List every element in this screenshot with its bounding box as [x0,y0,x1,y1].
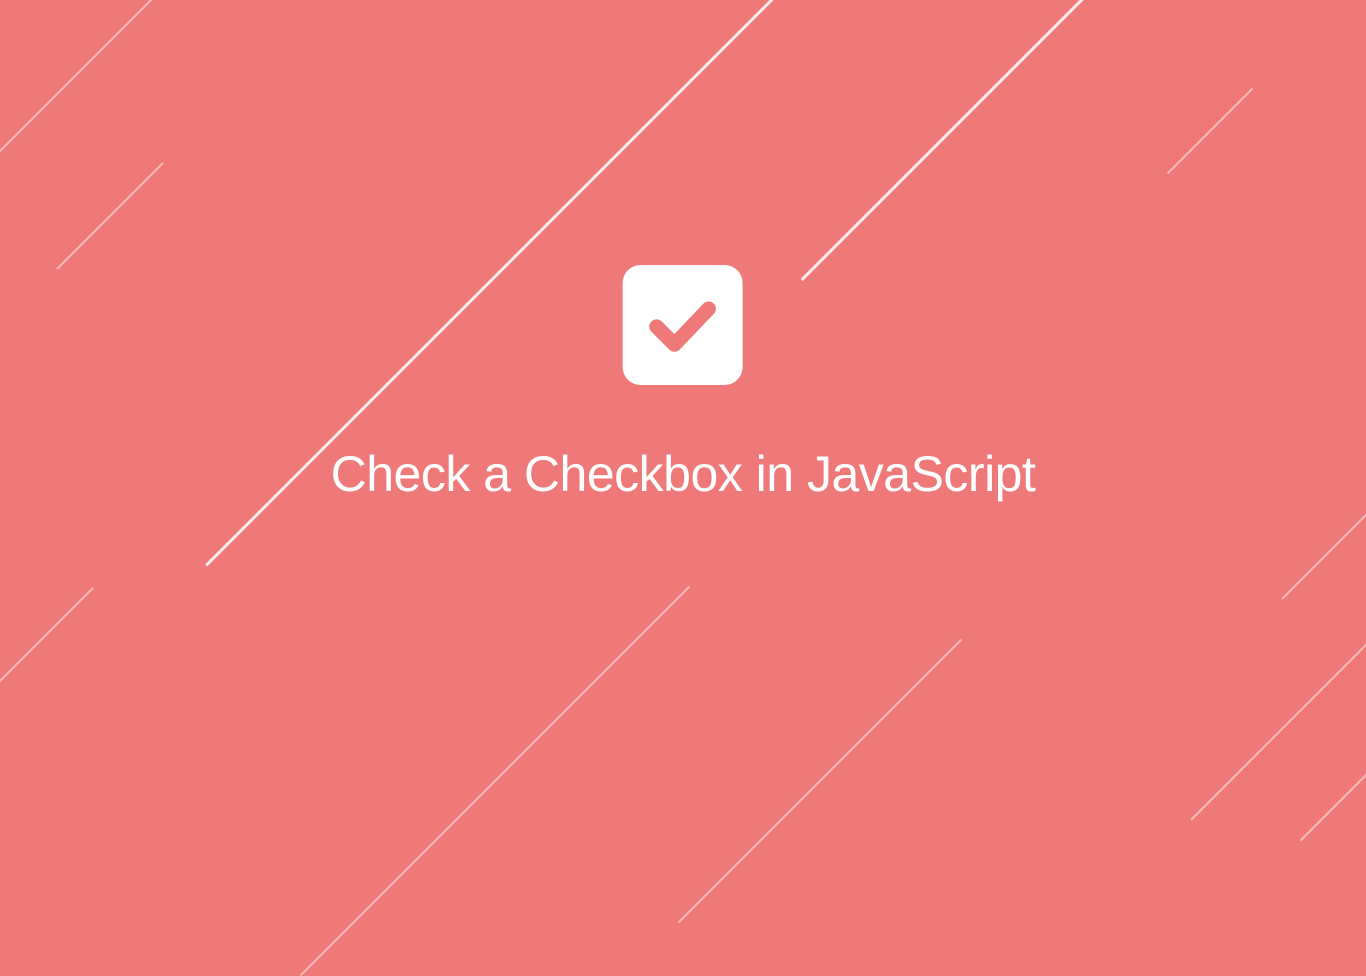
decorative-line [56,162,163,269]
checkmark-icon [644,286,722,364]
decorative-line [1300,741,1366,841]
decorative-line [0,0,180,171]
decorative-line [678,639,962,923]
hero-content: Check a Checkbox in JavaScript [331,265,1036,503]
decorative-line [300,586,690,976]
page-title: Check a Checkbox in JavaScript [331,445,1036,503]
checkbox-checked-icon [623,265,743,385]
decorative-line [1167,88,1253,174]
decorative-line [1190,621,1366,820]
decorative-line [1282,443,1366,600]
decorative-line [801,0,1100,281]
decorative-line [0,587,94,694]
